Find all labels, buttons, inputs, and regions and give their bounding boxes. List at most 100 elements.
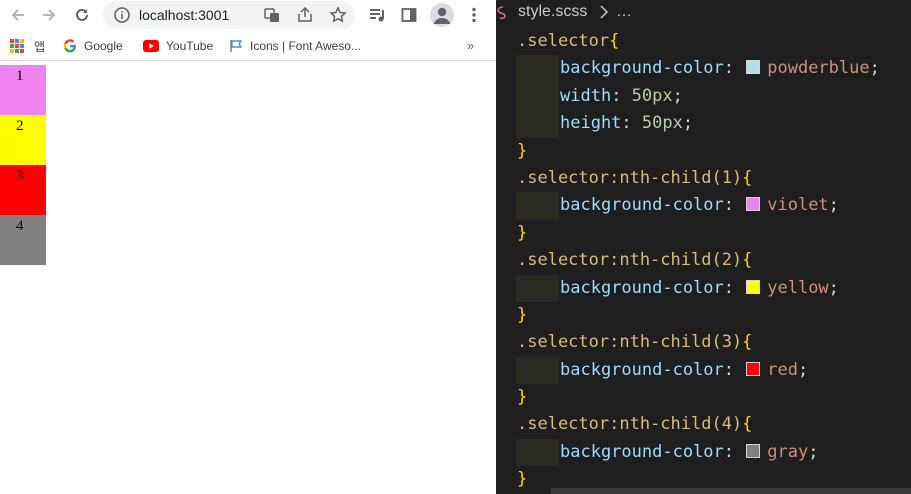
code-line[interactable]: .selector:nth-child(3){ [496, 329, 911, 356]
code-line[interactable]: } [496, 302, 911, 329]
share-icon[interactable] [296, 6, 314, 24]
code-line[interactable]: } [496, 384, 911, 411]
browser-menu-button[interactable] [463, 4, 485, 26]
color-swatch[interactable] [746, 361, 761, 376]
code-line[interactable]: .selector:nth-child(2){ [496, 247, 911, 274]
css-value: violet [767, 195, 829, 216]
css-property: background-color [560, 195, 724, 216]
apps-grid-icon[interactable] [10, 39, 24, 53]
breadcrumb-file[interactable]: style.scss [518, 3, 587, 21]
site-info-icon[interactable] [113, 6, 131, 24]
forward-arrow-icon [43, 9, 56, 21]
reading-list-icon [370, 9, 384, 22]
code-text: background-color: violet; [560, 192, 839, 219]
code-line[interactable]: .selector:nth-child(4){ [496, 411, 911, 438]
brace: { [742, 167, 753, 188]
css-property: background-color [560, 277, 724, 298]
breadcrumb: style.scss … [496, 0, 911, 28]
colon: : [723, 359, 745, 380]
colon: : [723, 441, 745, 462]
code-line[interactable]: width: 50px; [496, 82, 911, 111]
bookmark-font-awesome[interactable]: Icons | Font Aweso... [229, 38, 361, 54]
brace: { [742, 414, 753, 435]
code-line[interactable]: } [496, 220, 911, 247]
code-line[interactable]: } [496, 138, 911, 165]
code-text: .selector{ [517, 28, 619, 55]
color-swatch[interactable] [746, 443, 761, 458]
indent-guide [516, 274, 559, 302]
indent-guide [516, 110, 559, 138]
font-awesome-flag-icon [230, 40, 243, 52]
semicolon: ; [672, 85, 683, 106]
colon: : [723, 195, 745, 216]
semicolon: ; [797, 359, 809, 380]
bookmark-google-label: Google [84, 39, 123, 53]
address-bar[interactable]: localhost:3001 [103, 1, 355, 29]
color-swatch[interactable] [746, 60, 761, 75]
color-swatch[interactable] [746, 197, 761, 212]
code-line[interactable]: .selector{ [496, 28, 911, 55]
side-panel-button[interactable] [398, 4, 420, 26]
bookmark-youtube-label: YouTube [166, 39, 214, 53]
css-value: gray [767, 441, 809, 462]
brace: } [517, 469, 528, 490]
breadcrumb-more[interactable]: … [616, 3, 632, 21]
bookmark-google[interactable]: Google [63, 38, 123, 54]
colon: : [723, 58, 745, 79]
bookmarks-overflow-button[interactable]: » [467, 38, 474, 53]
bookmark-apps[interactable]: 앱 [34, 38, 45, 54]
browser-toolbar: localhost:3001 [0, 0, 496, 30]
code-line[interactable]: background-color: red; [496, 356, 911, 385]
css-selector: .selector [517, 31, 610, 51]
css-number: 50px [631, 85, 673, 106]
vertical-dots-icon [472, 7, 476, 23]
code-text: } [517, 220, 527, 247]
code-line[interactable]: background-color: powderblue; [496, 55, 911, 83]
selector-box-2: 2 [0, 115, 46, 165]
code-area[interactable]: .selector{background-color: powderblue; w… [496, 28, 911, 494]
translate-icon[interactable] [263, 6, 281, 24]
code-text: background-color: powderblue; [560, 55, 880, 82]
google-icon [63, 39, 76, 53]
forward-button[interactable] [38, 4, 60, 26]
selector-label: 3 [16, 168, 24, 184]
css-property: background-color [560, 58, 724, 79]
bookmark-apps-label: 앱 [34, 39, 46, 54]
reload-icon [76, 8, 88, 21]
profile-avatar[interactable] [430, 3, 454, 27]
css-value: yellow [767, 277, 829, 298]
css-selector: .selector:nth-child(4) [517, 414, 743, 435]
bookmark-youtube[interactable]: YouTube [143, 38, 213, 54]
color-swatch[interactable] [746, 279, 761, 294]
horizontal-scrollbar[interactable] [551, 488, 911, 494]
css-number: 50px [641, 113, 683, 134]
code-line[interactable]: .selector:nth-child(1){ [496, 165, 911, 192]
url-text: localhost:3001 [139, 7, 230, 23]
indent-guide [516, 438, 559, 467]
css-property: width [560, 85, 612, 106]
back-button[interactable] [7, 4, 29, 26]
brace: } [517, 304, 528, 325]
reading-list-button[interactable] [366, 4, 388, 26]
bookmark-star-icon[interactable] [329, 6, 347, 24]
youtube-icon [143, 40, 159, 52]
reload-button[interactable] [71, 4, 93, 26]
code-line[interactable]: background-color: violet; [496, 192, 911, 220]
selector-label: 1 [16, 68, 24, 84]
code-text: .selector:nth-child(2){ [517, 247, 752, 274]
code-line[interactable]: background-color: gray; [496, 438, 911, 467]
chevron-right-icon [600, 5, 609, 19]
indent-guide [516, 82, 559, 111]
brace: } [517, 140, 528, 161]
css-selector: .selector:nth-child(1) [517, 167, 743, 188]
css-property: height [560, 113, 622, 134]
indent-guide [516, 356, 559, 385]
selector-label: 4 [16, 218, 24, 234]
brace: } [517, 387, 528, 408]
bookmarks-bar: 앱 Google YouTube Icons | Font Aweso... » [0, 31, 496, 61]
code-line[interactable]: height: 50px; [496, 110, 911, 138]
code-text: } [517, 138, 527, 165]
profile-icon [433, 7, 451, 24]
code-line[interactable]: background-color: yellow; [496, 274, 911, 302]
brace: { [742, 332, 753, 353]
